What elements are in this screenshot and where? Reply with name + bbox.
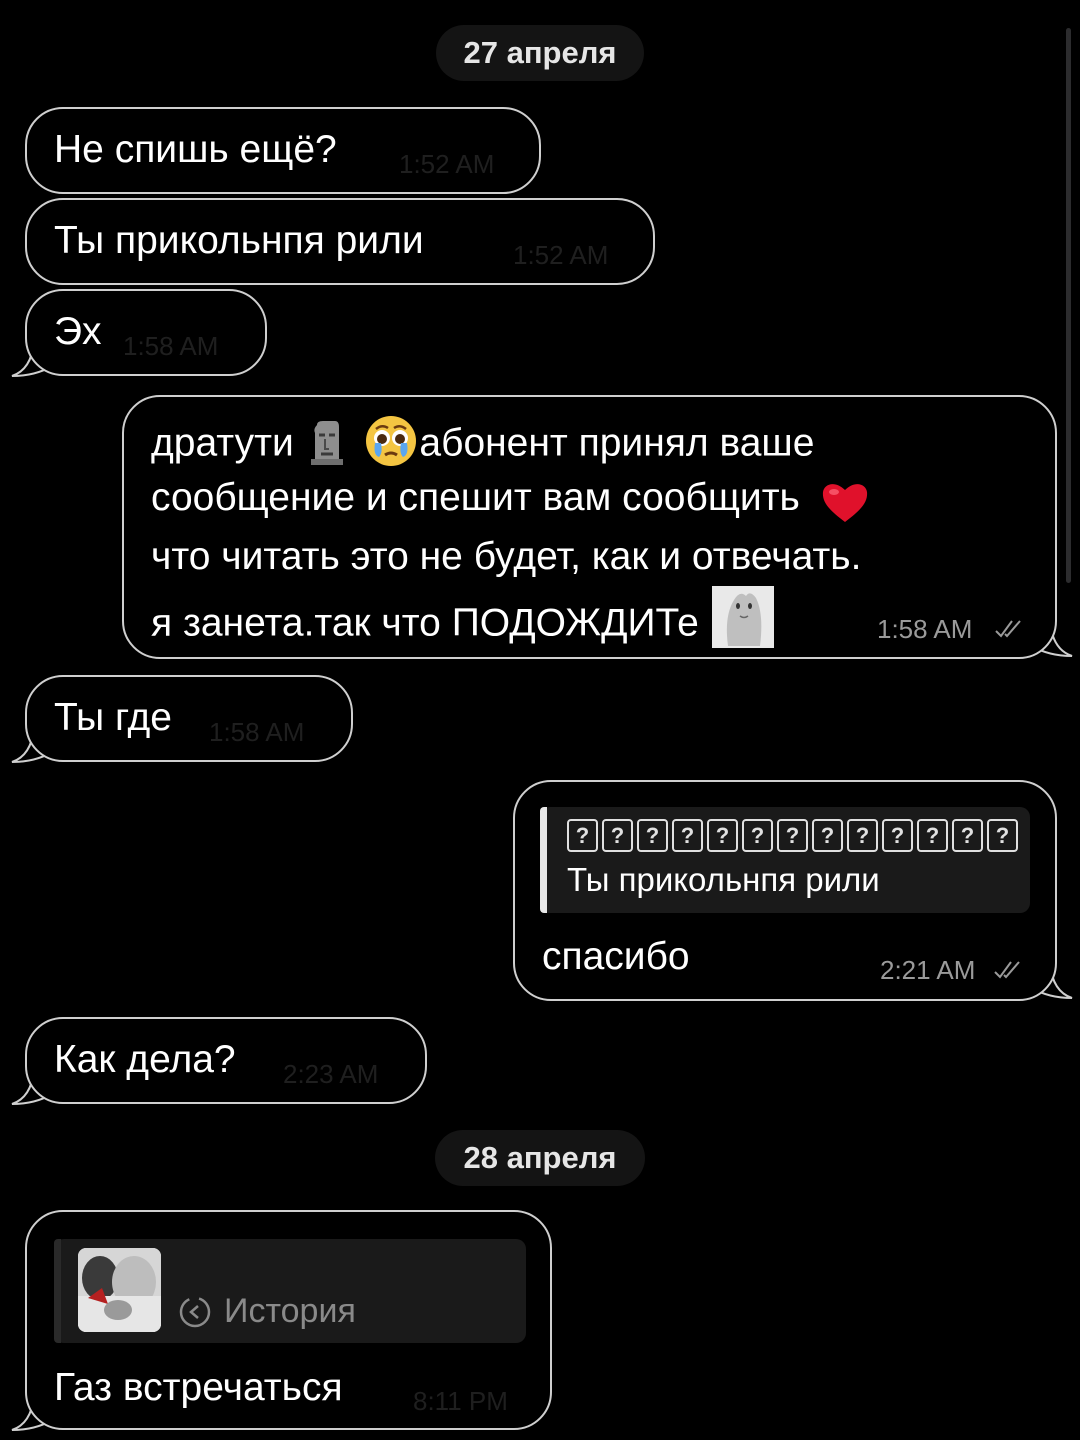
message-text: Эх xyxy=(54,310,102,353)
message-text: дратути xyxy=(151,421,294,465)
moai-emoji xyxy=(309,419,345,465)
missing-glyph-box: ? xyxy=(672,819,703,852)
missing-glyph-box: ? xyxy=(917,819,948,852)
incoming-message[interactable]: Ты где 1:58 AM xyxy=(25,675,353,762)
message-time: 2:23 AM xyxy=(283,1059,379,1089)
message-line: дратути абонент принял ваше xyxy=(151,416,815,473)
seal-sticker xyxy=(711,586,774,648)
message-time: 1:52 AM xyxy=(513,240,609,270)
read-checks-icon xyxy=(994,961,1020,979)
message-text: Газ встречаться xyxy=(54,1366,343,1409)
incoming-message[interactable]: Эх 1:58 AM xyxy=(25,289,267,376)
message-text: абонент принял ваше xyxy=(419,421,815,465)
incoming-message[interactable]: Не спишь ещё? 1:52 AM xyxy=(25,107,541,194)
message-time: 8:11 PM xyxy=(413,1386,508,1416)
outgoing-message[interactable]: ????????????? Ты прикольнпя рили спасибо… xyxy=(513,780,1057,1001)
missing-glyph-box: ? xyxy=(812,819,843,852)
date-separator: 28 апреля xyxy=(435,1130,645,1186)
message-line: сообщение и спешит вам сообщить xyxy=(151,476,869,522)
missing-glyph-box: ? xyxy=(742,819,773,852)
story-thumbnail[interactable] xyxy=(78,1248,161,1332)
missing-glyph-box: ? xyxy=(847,819,878,852)
message-time: 1:58 AM xyxy=(123,331,219,361)
reply-quote-bar xyxy=(54,1239,61,1343)
message-time: 1:58 AM xyxy=(209,717,305,747)
message-time: 1:52 AM xyxy=(399,149,495,179)
scrollbar[interactable] xyxy=(1066,28,1071,583)
pleading-tears-emoji xyxy=(363,413,419,469)
reply-quote[interactable]: ????????????? Ты прикольнпя рили xyxy=(540,807,1030,913)
missing-glyph-box: ? xyxy=(707,819,738,852)
story-reply-quote[interactable]: История xyxy=(54,1239,526,1343)
missing-glyph-box: ? xyxy=(637,819,668,852)
message-text: Как дела? xyxy=(54,1038,236,1081)
date-label: 27 апреля xyxy=(463,35,617,70)
story-label: История xyxy=(224,1292,356,1330)
date-separator: 27 апреля xyxy=(436,25,644,81)
chat-screen: 27 апреля Не спишь ещё? 1:52 AM Ты прико… xyxy=(0,0,1080,1440)
read-checks-icon xyxy=(995,620,1021,638)
message-text: спасибо xyxy=(542,935,690,978)
incoming-message[interactable]: Ты прикольнпя рили 1:52 AM xyxy=(25,198,655,285)
incoming-message[interactable]: История Газ встречаться 8:11 PM xyxy=(25,1210,552,1430)
date-label: 28 апреля xyxy=(463,1140,617,1175)
reply-sender-name: ????????????? xyxy=(567,819,1022,852)
missing-glyph-box: ? xyxy=(987,819,1018,852)
message-text: Не спишь ещё? xyxy=(54,128,337,171)
missing-glyph-box: ? xyxy=(882,819,913,852)
story-reply-icon xyxy=(179,1296,211,1328)
missing-glyph-box: ? xyxy=(602,819,633,852)
message-text: Ты прикольнпя рили xyxy=(54,219,424,262)
message-time: 2:21 AM xyxy=(880,955,976,985)
message-line: я занета.так что ПОДОЖДИТе xyxy=(151,586,774,656)
red-heart-emoji xyxy=(821,480,869,524)
message-line: что читать это не будет, как и отвечать. xyxy=(151,535,862,578)
missing-glyph-box: ? xyxy=(952,819,983,852)
incoming-message[interactable]: Как дела? 2:23 AM xyxy=(25,1017,427,1104)
outgoing-message[interactable]: дратути абонент принял ваше сообщение и … xyxy=(122,395,1057,659)
message-text: Ты где xyxy=(54,696,172,739)
missing-glyph-box: ? xyxy=(567,819,598,852)
message-text: сообщение и спешит вам сообщить xyxy=(151,476,800,519)
message-text: я занета.так что ПОДОЖДИТе xyxy=(151,601,699,645)
missing-glyph-box: ? xyxy=(777,819,808,852)
reply-quote-text: Ты прикольнпя рили xyxy=(567,861,880,898)
reply-quote-bar xyxy=(540,807,547,913)
message-time: 1:58 AM xyxy=(877,614,973,644)
